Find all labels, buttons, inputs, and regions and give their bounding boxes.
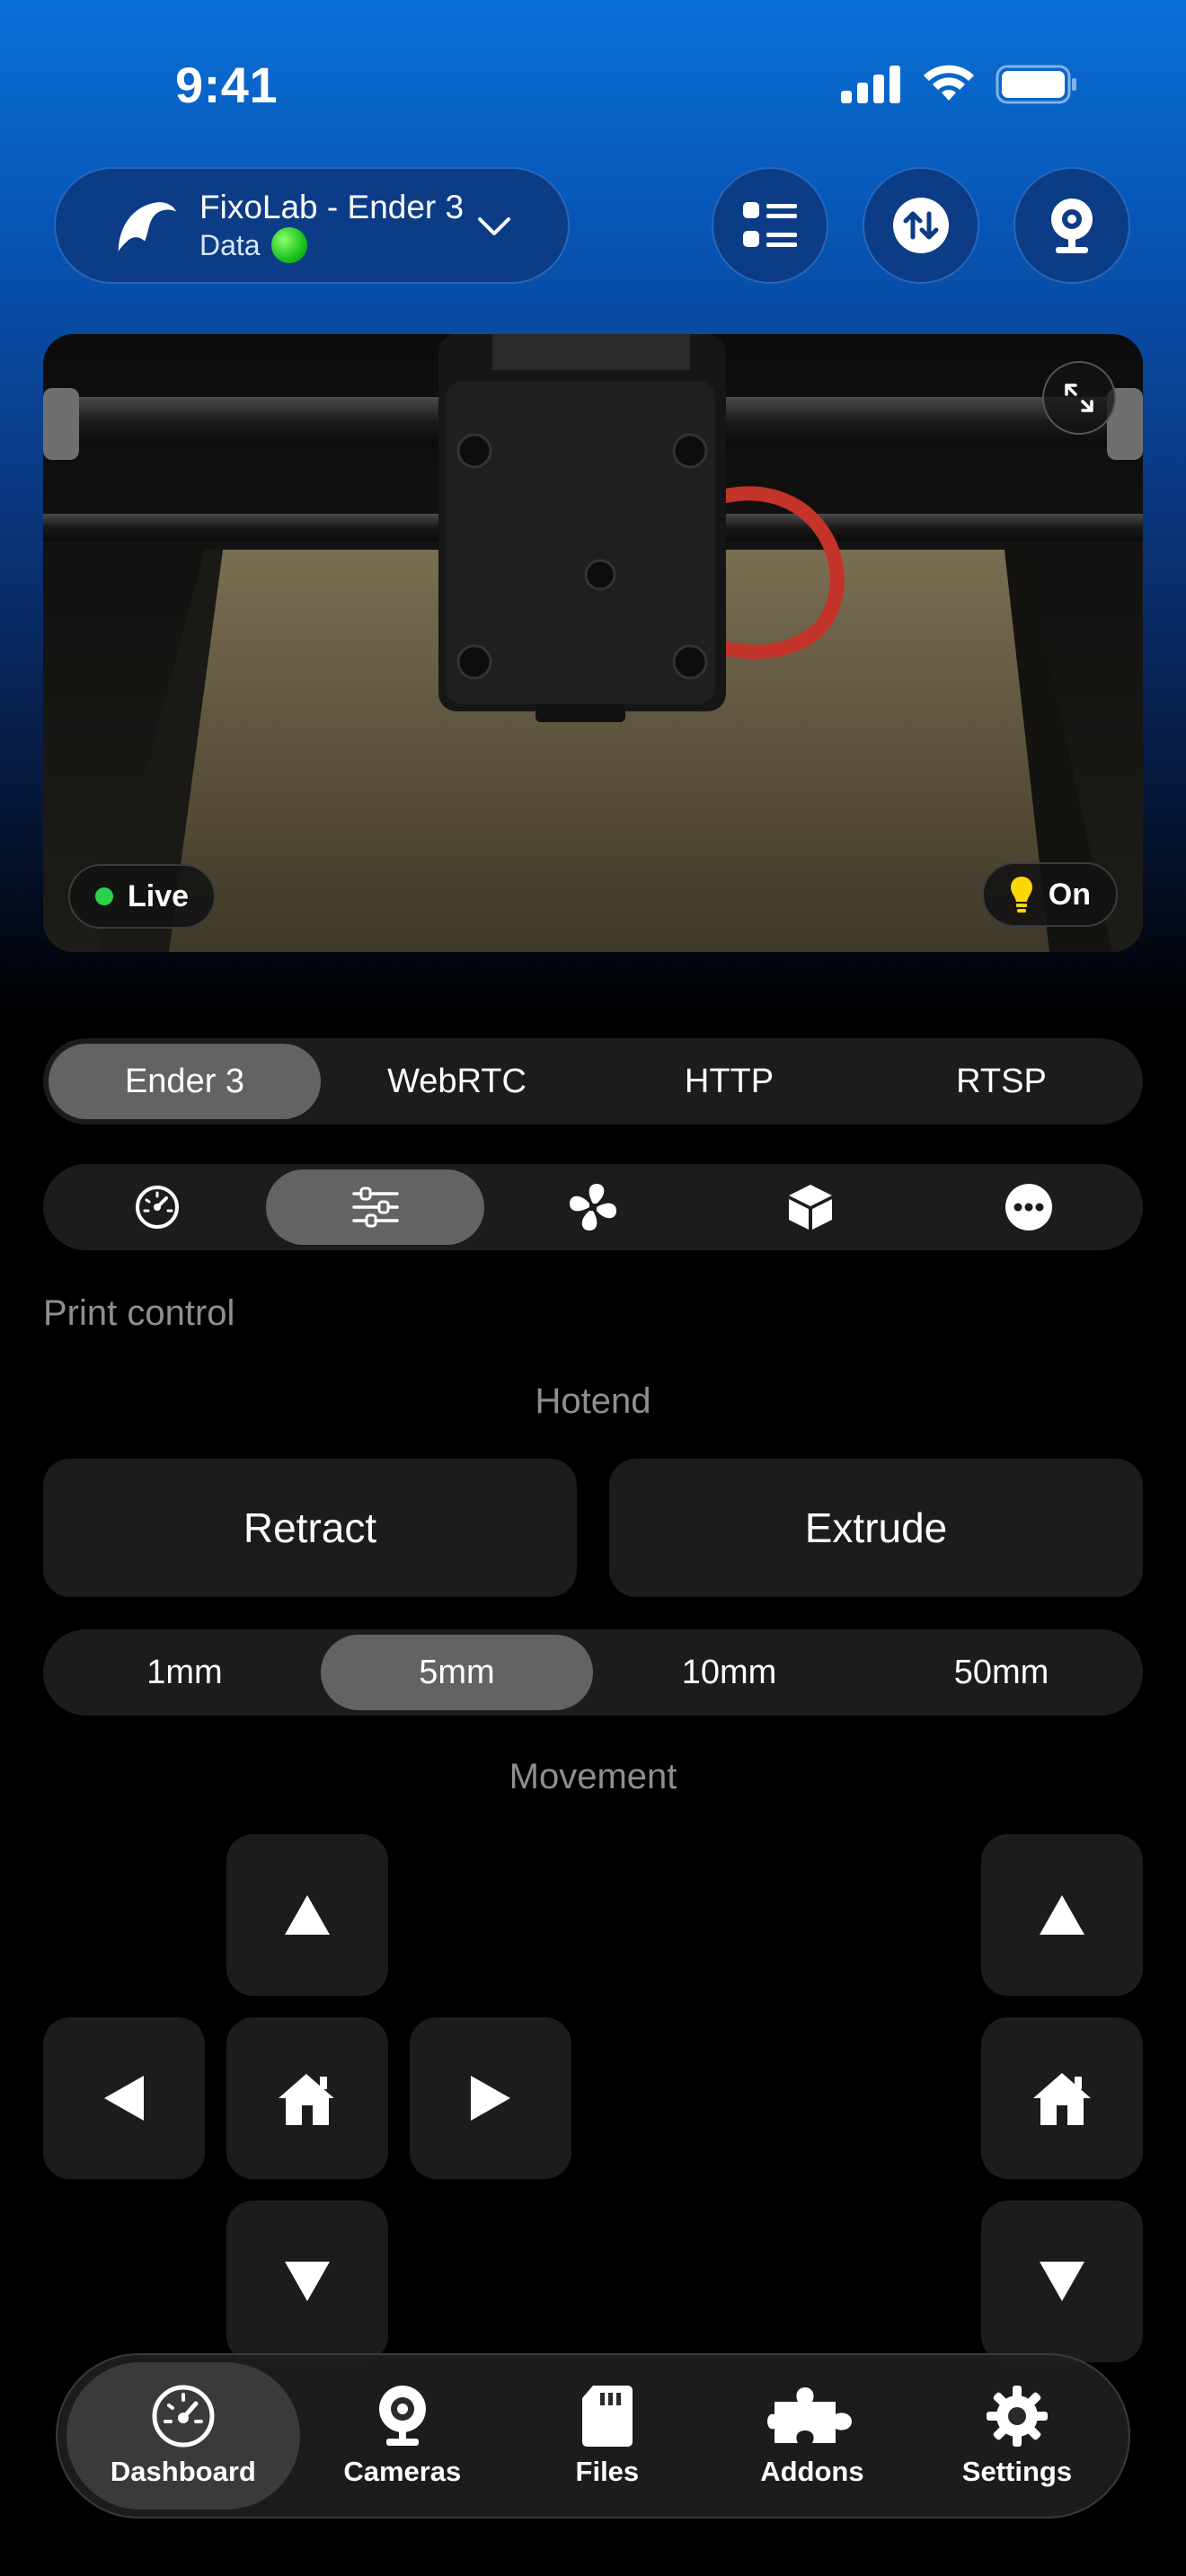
camera-feed[interactable]: Live On [43, 334, 1143, 952]
triangle-down-icon [1040, 2262, 1084, 2301]
battery-icon [996, 65, 1076, 104]
printer-sub-label: Data [199, 229, 261, 261]
tab-ender-3[interactable]: Ender 3 [49, 1044, 321, 1119]
list-icon [743, 202, 797, 247]
hotend-title: Hotend [535, 1381, 651, 1421]
arrows-up-down-icon [893, 198, 949, 253]
tab-controls[interactable] [266, 1169, 484, 1245]
extrude-button[interactable]: Extrude [609, 1459, 1143, 1597]
printer-selector[interactable]: FixoLab - Ender 3 Data [54, 167, 570, 284]
camera-source-tabs: Ender 3 WebRTC HTTP RTSP [43, 1038, 1143, 1125]
transfer-button[interactable] [863, 167, 979, 284]
tabbar-dashboard-label: Dashboard [110, 2456, 256, 2487]
fullscreen-button[interactable] [1042, 361, 1116, 435]
distance-selector: 1mm 5mm 10mm 50mm [43, 1629, 1143, 1716]
move-x-left-button[interactable] [43, 2017, 205, 2179]
webcam-icon [378, 2386, 426, 2446]
sd-card-icon [581, 2386, 633, 2447]
box-icon [789, 1185, 833, 1230]
home-icon [279, 2071, 337, 2125]
distance-10mm[interactable]: 10mm [593, 1635, 865, 1710]
distance-5mm[interactable]: 5mm [321, 1635, 593, 1710]
status-time: 9:41 [175, 57, 279, 113]
status-icons [841, 65, 1078, 104]
triangle-up-icon [285, 1895, 330, 1935]
tab-http[interactable]: HTTP [593, 1044, 865, 1119]
tabbar-cameras-label: Cameras [343, 2456, 462, 2487]
printer-text: FixoLab - Ender 3 Data [199, 188, 464, 263]
tab-bar: Dashboard Cameras Files Addons Settings [56, 2353, 1130, 2519]
live-label: Live [128, 878, 190, 913]
connection-status-dot [270, 227, 307, 263]
distance-50mm[interactable]: 50mm [865, 1635, 1137, 1710]
tabbar-dashboard[interactable]: Dashboard [66, 2362, 300, 2510]
speedometer-icon [152, 2385, 215, 2448]
more-icon [1005, 1184, 1052, 1231]
tabbar-settings-label: Settings [961, 2456, 1073, 2487]
webcam-icon [1051, 198, 1093, 253]
triangle-down-icon [285, 2262, 330, 2301]
distance-1mm[interactable]: 1mm [49, 1635, 321, 1710]
move-y-down-button[interactable] [226, 2201, 388, 2362]
triangle-left-icon [104, 2076, 144, 2121]
triangle-right-icon [471, 2076, 510, 2121]
printer-status: Data [199, 227, 464, 263]
live-dot [95, 887, 113, 905]
move-y-up-button[interactable] [226, 1834, 388, 1996]
signal-icon [841, 66, 900, 103]
home-z-button[interactable] [981, 2017, 1143, 2179]
retract-button[interactable]: Retract [43, 1459, 577, 1597]
home-xy-button[interactable] [226, 2017, 388, 2179]
movement-title: Movement [509, 1757, 677, 1796]
light-toggle-button[interactable]: On [981, 862, 1118, 927]
tab-rtsp[interactable]: RTSP [865, 1044, 1137, 1119]
puzzle-icon [766, 2387, 852, 2443]
tabbar-cameras[interactable]: Cameras [300, 2362, 505, 2510]
tab-more[interactable] [920, 1169, 1137, 1245]
tabbar-files-label: Files [575, 2456, 640, 2487]
live-badge: Live [68, 864, 217, 929]
webcam-button[interactable] [1013, 167, 1130, 284]
print-control-title: Print control [43, 1293, 235, 1333]
sliders-icon [351, 1187, 399, 1228]
tab-webrtc[interactable]: WebRTC [321, 1044, 593, 1119]
lightbulb-icon [1010, 877, 1032, 913]
chevron-down-icon [478, 217, 510, 235]
home-icon [1033, 2073, 1091, 2125]
light-label: On [1048, 877, 1091, 912]
camera-image [43, 334, 1143, 952]
tabbar-settings[interactable]: Settings [915, 2362, 1120, 2510]
app-logo-icon [118, 202, 177, 252]
tabbar-addons[interactable]: Addons [710, 2362, 915, 2510]
move-z-down-button[interactable] [981, 2201, 1143, 2362]
tabbar-files[interactable]: Files [505, 2362, 710, 2510]
dashboard-screen: 9:41 FixoLab - Ender 3 Data Live On Ende… [0, 0, 1186, 2576]
tabbar-addons-label: Addons [760, 2456, 864, 2487]
fan-icon [570, 1184, 617, 1231]
printer-name: FixoLab - Ender 3 [199, 189, 465, 225]
move-x-right-button[interactable] [410, 2017, 571, 2179]
list-view-button[interactable] [712, 167, 828, 284]
wifi-icon [924, 65, 974, 101]
gauge-icon [136, 1186, 180, 1229]
triangle-up-icon [1040, 1895, 1084, 1935]
tab-fans[interactable] [484, 1169, 702, 1245]
control-tabs [43, 1164, 1143, 1250]
move-z-up-button[interactable] [981, 1834, 1143, 1996]
tab-filament[interactable] [702, 1169, 919, 1245]
tab-dashboard-gauge[interactable] [49, 1169, 266, 1245]
expand-icon [1065, 384, 1093, 412]
gear-icon [986, 2386, 1048, 2447]
